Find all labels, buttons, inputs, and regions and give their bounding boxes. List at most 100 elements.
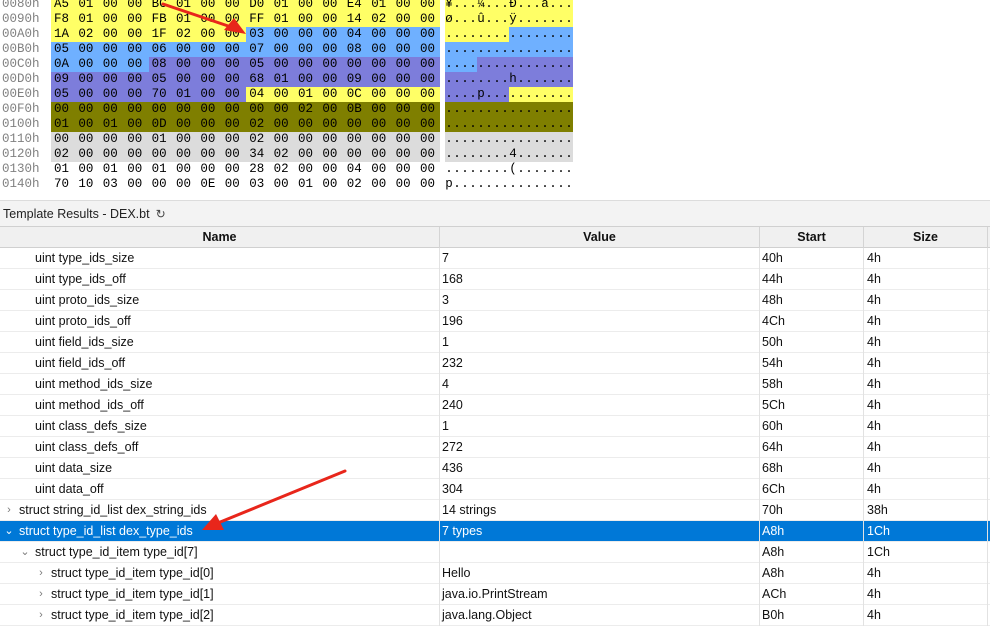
hex-byte[interactable]: 05 — [51, 42, 76, 57]
hex-ascii-char[interactable]: û — [477, 12, 485, 27]
hex-ascii-char[interactable]: . — [493, 72, 501, 87]
hex-ascii-char[interactable]: . — [541, 147, 549, 162]
hex-byte[interactable]: 00 — [417, 72, 442, 87]
hex-ascii-char[interactable]: . — [565, 42, 573, 57]
hex-byte[interactable]: 00 — [173, 42, 198, 57]
hex-ascii-char[interactable]: . — [445, 132, 453, 147]
hex-ascii-char[interactable]: . — [533, 27, 541, 42]
hex-ascii-char[interactable]: . — [557, 132, 565, 147]
hex-byte[interactable]: 00 — [368, 177, 393, 192]
hex-ascii-char[interactable]: . — [557, 0, 565, 12]
hex-ascii-char[interactable]: . — [533, 87, 541, 102]
hex-byte[interactable]: 00 — [368, 117, 393, 132]
hex-byte[interactable]: 00 — [173, 162, 198, 177]
hex-byte[interactable]: 00 — [270, 42, 296, 57]
hex-ascii-char[interactable]: . — [525, 102, 533, 117]
hex-ascii-char[interactable]: . — [517, 57, 525, 72]
hex-ascii-char[interactable]: . — [493, 102, 501, 117]
hex-byte[interactable]: 07 — [246, 42, 271, 57]
hex-byte[interactable]: 00 — [343, 57, 369, 72]
hex-byte[interactable]: 03 — [246, 27, 271, 42]
hex-byte[interactable]: 05 — [51, 87, 76, 102]
hex-ascii-char[interactable]: . — [549, 162, 557, 177]
hex-ascii-char[interactable]: . — [509, 102, 517, 117]
hex-byte[interactable]: 00 — [197, 102, 222, 117]
hex-byte[interactable]: 00 — [368, 87, 393, 102]
hex-byte[interactable]: 0D — [148, 117, 174, 132]
hex-ascii-char[interactable]: Ð — [509, 0, 517, 12]
hex-ascii-char[interactable]: . — [533, 102, 541, 117]
hex-ascii-char[interactable]: . — [565, 162, 573, 177]
hex-ascii-char[interactable]: p — [477, 87, 485, 102]
expand-chevron-icon[interactable]: › — [35, 605, 47, 626]
hex-ascii-char[interactable]: . — [485, 87, 493, 102]
hex-byte[interactable]: 00 — [99, 87, 125, 102]
hex-byte[interactable]: 00 — [124, 57, 149, 72]
hex-byte[interactable]: 00 — [221, 72, 247, 87]
hex-byte[interactable]: 00 — [173, 117, 198, 132]
hex-byte[interactable]: 00 — [75, 72, 100, 87]
hex-ascii-char[interactable]: . — [517, 177, 525, 192]
hex-byte[interactable]: 00 — [75, 87, 100, 102]
hex-byte[interactable]: 00 — [124, 162, 149, 177]
hex-ascii-char[interactable]: . — [501, 42, 509, 57]
hex-ascii-char[interactable]: . — [469, 132, 477, 147]
tree-row[interactable]: › struct type_id_item type_id[2] java.lang… — [0, 605, 990, 626]
hex-byte[interactable]: 00 — [173, 102, 198, 117]
hex-byte[interactable]: 1F — [148, 27, 174, 42]
hex-byte[interactable]: 00 — [343, 117, 369, 132]
hex-ascii-char[interactable]: . — [549, 12, 557, 27]
hex-byte[interactable]: 00 — [197, 162, 222, 177]
hex-ascii-char[interactable]: . — [477, 57, 485, 72]
hex-ascii-char[interactable]: . — [469, 87, 477, 102]
hex-byte[interactable]: 00 — [197, 12, 222, 27]
hex-ascii-char[interactable]: . — [525, 177, 533, 192]
hex-ascii-char[interactable]: . — [549, 87, 557, 102]
hex-byte[interactable]: 00 — [295, 132, 320, 147]
hex-byte[interactable]: 00 — [295, 42, 320, 57]
hex-byte[interactable]: 00 — [368, 132, 393, 147]
hex-byte[interactable]: 00 — [221, 162, 247, 177]
hex-ascii-char[interactable]: . — [477, 147, 485, 162]
hex-ascii-char[interactable]: . — [461, 42, 469, 57]
hex-byte[interactable]: 00 — [417, 42, 442, 57]
hex-byte[interactable]: 00 — [99, 0, 125, 12]
hex-byte[interactable]: 00 — [270, 132, 296, 147]
hex-byte[interactable]: 00 — [392, 12, 418, 27]
hex-byte[interactable]: 08 — [343, 42, 369, 57]
hex-ascii-char[interactable]: . — [453, 147, 461, 162]
hex-byte[interactable]: 00 — [392, 147, 418, 162]
hex-byte[interactable]: F8 — [51, 12, 76, 27]
hex-byte[interactable]: 00 — [124, 87, 149, 102]
hex-ascii-char[interactable]: . — [469, 0, 477, 12]
hex-ascii-char[interactable]: . — [445, 42, 453, 57]
hex-ascii-char[interactable]: . — [493, 27, 501, 42]
hex-byte[interactable]: 00 — [319, 0, 344, 12]
hex-ascii-char[interactable]: . — [453, 42, 461, 57]
hex-ascii-char[interactable]: . — [485, 57, 493, 72]
hex-ascii-char[interactable]: . — [477, 162, 485, 177]
hex-ascii-char[interactable]: . — [565, 72, 573, 87]
hex-byte[interactable]: 00 — [124, 42, 149, 57]
hex-byte[interactable]: 00 — [417, 0, 442, 12]
hex-ascii-char[interactable]: . — [453, 72, 461, 87]
hex-byte[interactable]: 00 — [270, 57, 296, 72]
hex-ascii-char[interactable]: . — [541, 177, 549, 192]
hex-ascii-char[interactable]: . — [461, 12, 469, 27]
hex-ascii-char[interactable]: . — [461, 162, 469, 177]
hex-ascii-char[interactable]: . — [485, 27, 493, 42]
hex-ascii-char[interactable]: . — [533, 42, 541, 57]
hex-ascii-char[interactable]: . — [517, 132, 525, 147]
hex-byte[interactable]: 68 — [246, 72, 271, 87]
tree-row[interactable]: ⌄ struct type_id_list dex_type_ids 7 types… — [0, 521, 990, 542]
hex-byte[interactable]: 00 — [148, 102, 174, 117]
hex-ascii-char[interactable]: . — [493, 177, 501, 192]
hex-ascii-char[interactable]: . — [541, 12, 549, 27]
hex-byte[interactable]: 00 — [270, 177, 296, 192]
hex-ascii-char[interactable]: . — [485, 132, 493, 147]
hex-ascii-char[interactable]: . — [541, 162, 549, 177]
hex-ascii-char[interactable]: . — [453, 132, 461, 147]
hex-byte[interactable]: A5 — [51, 0, 76, 12]
hex-ascii-char[interactable]: . — [565, 0, 573, 12]
hex-ascii-char[interactable]: . — [469, 102, 477, 117]
